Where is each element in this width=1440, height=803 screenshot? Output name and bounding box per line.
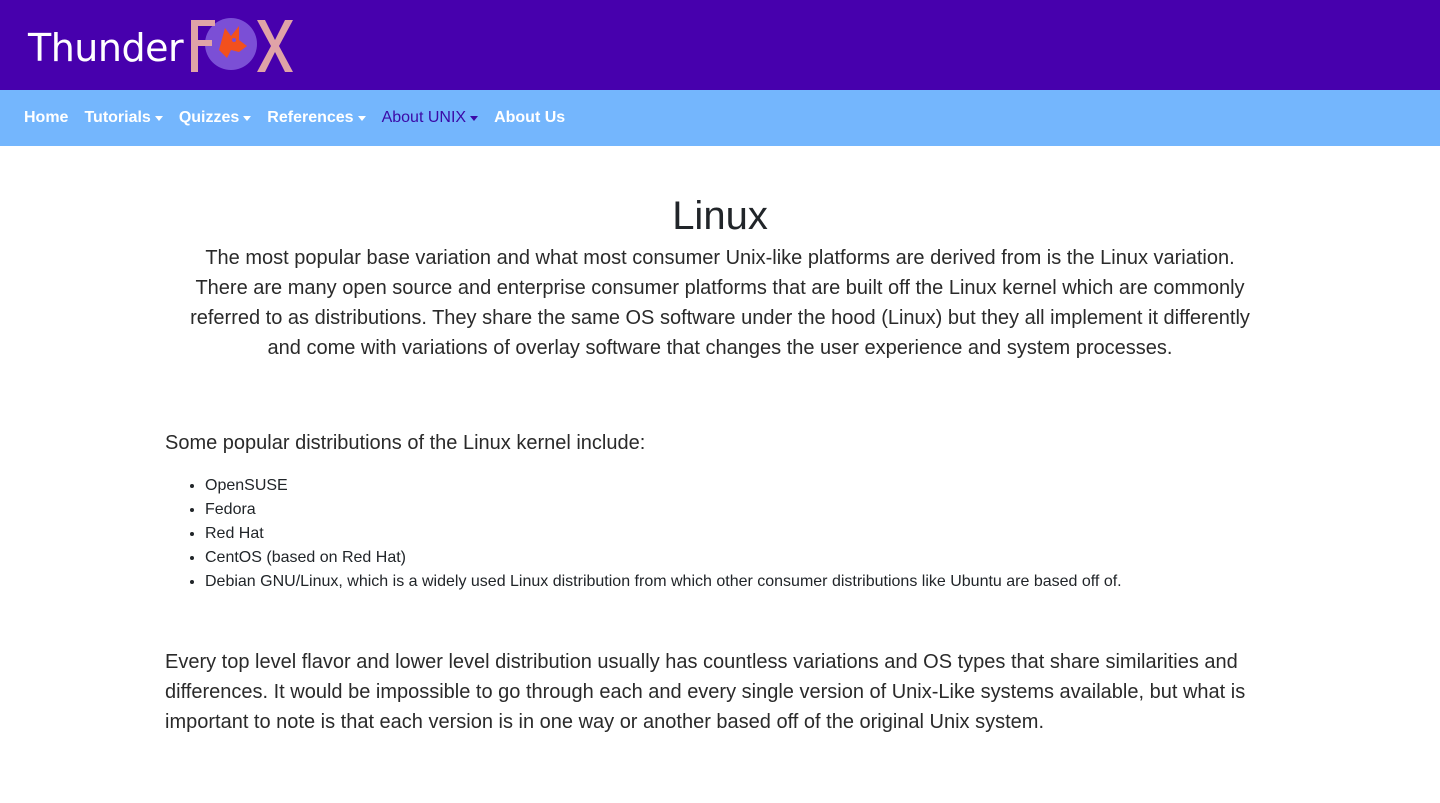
caret-down-icon bbox=[243, 116, 252, 121]
site-header: Thunder bbox=[0, 0, 1440, 90]
nav-about-unix-dropdown[interactable]: About UNIX bbox=[381, 109, 479, 127]
nav-about-us[interactable]: About Us bbox=[494, 109, 565, 127]
closing-paragraph: Every top level flavor and lower level d… bbox=[165, 651, 1246, 733]
caret-down-icon bbox=[470, 116, 479, 121]
intro-paragraph: The most popular base variation and what… bbox=[190, 247, 1250, 359]
nav-about-us-label: About Us bbox=[494, 109, 566, 126]
list-item: Red Hat bbox=[205, 522, 1275, 546]
list-item: Fedora bbox=[205, 498, 1275, 522]
nav-home[interactable]: Home bbox=[24, 109, 68, 127]
caret-down-icon bbox=[154, 116, 163, 121]
list-item: Debian GNU/Linux, which is a widely used… bbox=[205, 570, 1275, 594]
site-logo[interactable]: Thunder bbox=[28, 0, 301, 90]
list-item: CentOS (based on Red Hat) bbox=[205, 546, 1275, 570]
list-item: OpenSUSE bbox=[205, 474, 1275, 498]
caret-down-icon bbox=[357, 116, 366, 121]
page-title: Linux bbox=[672, 194, 768, 238]
nav-quizzes-dropdown[interactable]: Quizzes bbox=[178, 109, 252, 127]
nav-quizzes-label: Quizzes bbox=[178, 109, 240, 126]
nav-tutorials-label: Tutorials bbox=[84, 109, 151, 126]
fox-logo-icon bbox=[189, 0, 301, 90]
nav-home-label: Home bbox=[24, 109, 69, 126]
nav-about-unix-label: About UNIX bbox=[381, 109, 467, 126]
nav-references-label: References bbox=[267, 109, 354, 126]
nav-references-dropdown[interactable]: References bbox=[267, 109, 366, 127]
nav-tutorials-dropdown[interactable]: Tutorials bbox=[84, 109, 163, 127]
logo-wordmark: Thunder bbox=[28, 26, 184, 70]
distributions-list: OpenSUSE Fedora Red Hat CentOS (based on… bbox=[165, 474, 1275, 594]
main-navbar: Home Tutorials Quizzes References About … bbox=[0, 90, 1440, 146]
main-content: Linux The most popular base variation an… bbox=[165, 146, 1275, 737]
distributions-heading: Some popular distributions of the Linux … bbox=[165, 432, 646, 454]
